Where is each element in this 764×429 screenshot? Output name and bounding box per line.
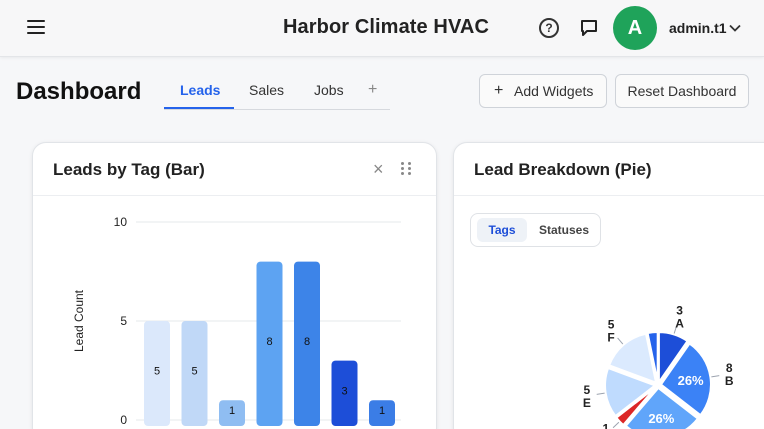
pie-chart: 26%26%3A8B1D5E5F — [583, 303, 734, 429]
top-bar: Harbor Climate HVAC ? A admin.t1 — [0, 0, 764, 57]
pie-value-label: 3 — [676, 303, 683, 317]
y-tick-label: 5 — [120, 314, 127, 328]
username[interactable]: admin.t1 — [669, 20, 727, 36]
tab-leads[interactable]: Leads — [180, 82, 220, 98]
pie-percent-label: 26% — [648, 411, 674, 426]
pie-leader-line — [612, 421, 620, 429]
pie-value-label: 1 — [602, 422, 609, 429]
y-tick-label: 0 — [120, 413, 127, 427]
bar-value-label: 5 — [191, 366, 197, 378]
bar-value-label: 1 — [379, 405, 385, 417]
bar-value-label: 8 — [266, 336, 272, 348]
pie-value-label: 8 — [726, 361, 733, 375]
app-title: Harbor Climate HVAC — [283, 16, 490, 38]
pie-name-label: E — [583, 396, 591, 410]
pie-name-label: F — [607, 330, 614, 344]
y-axis-label: Lead Count — [72, 289, 86, 352]
y-tick-label: 10 — [114, 215, 128, 229]
chevron-down-icon[interactable] — [729, 22, 741, 34]
chat-icon[interactable] — [579, 18, 599, 38]
bar-value-label: 8 — [304, 336, 310, 348]
pie-leader-line — [617, 337, 624, 345]
pie-leader-line — [711, 375, 720, 378]
bar-value-label: 5 — [154, 366, 160, 378]
pie-name-label: A — [675, 316, 684, 330]
bar-chart: 0 5 10 Lead Count 5 5 1 8 8 3 1 — [72, 215, 401, 427]
active-tab-indicator — [164, 107, 234, 109]
avatar[interactable]: A — [613, 6, 657, 50]
tab-jobs[interactable]: Jobs — [314, 82, 344, 98]
add-tab-button[interactable]: + — [368, 81, 377, 99]
pie-value-label: 5 — [583, 383, 590, 397]
menu-icon[interactable] — [27, 20, 45, 36]
help-icon[interactable]: ? — [539, 18, 559, 38]
lead-breakdown-widget: Lead Breakdown (Pie) Tags Statuses 26% 26… — [453, 142, 764, 429]
leads-by-tag-widget: Leads by Tag (Bar) × 0 5 10 Lead Count 5 5 1 8 8… — [32, 142, 437, 429]
bar-value-label: 3 — [341, 385, 347, 397]
bar-value-label: 1 — [229, 405, 235, 417]
plus-icon: + — [494, 82, 504, 99]
add-widgets-button[interactable]: + Add Widgets — [479, 74, 607, 108]
tab-sales[interactable]: Sales — [249, 82, 284, 98]
reset-dashboard-button[interactable]: Reset Dashboard — [615, 74, 749, 108]
pie-leader-line — [596, 392, 605, 395]
page-title: Dashboard — [16, 78, 142, 105]
pie-value-label: 5 — [608, 317, 615, 331]
dashboard-tabs: Leads Sales Jobs + — [164, 78, 390, 110]
add-widgets-label: Add Widgets — [514, 83, 594, 99]
pie-percent-label: 26% — [678, 373, 704, 388]
pie-name-label: B — [725, 374, 734, 388]
